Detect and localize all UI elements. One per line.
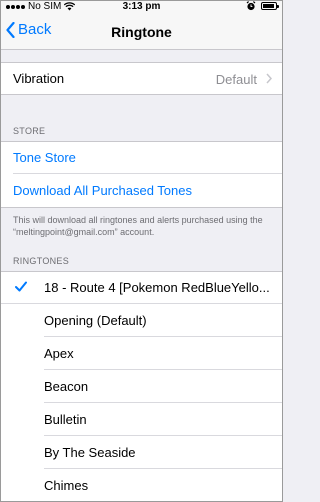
ringtones-header: RINGTONES [13,256,70,266]
ringtone-label: Chimes [44,478,89,493]
vibration-group: Vibration Default [0,62,283,95]
store-header: STORE [13,126,46,136]
download-all-row[interactable]: Download All Purchased Tones [0,174,283,207]
ringtone-label: 18 - Route 4 [Pokemon RedBlueYello... [44,280,270,295]
page-title: Ringtone [111,24,172,40]
store-footer-note: This will download all ringtones and ale… [13,215,263,237]
navigation-bar: Back Ringtone [0,14,283,50]
tone-store-row[interactable]: Tone Store [0,141,283,174]
vibration-row[interactable]: Vibration Default [0,62,283,95]
ringtone-row[interactable]: Opening (Default) [0,304,283,337]
alarm-clock-icon [246,1,256,11]
ringtone-label: Opening (Default) [44,313,147,328]
ringtone-row[interactable]: Bulletin [0,403,283,436]
ringtone-row[interactable]: By The Seaside [0,436,283,469]
ringtone-label: Beacon [44,379,89,394]
battery-icon [261,2,279,10]
ringtone-row[interactable]: Chimes [0,469,283,502]
status-time: 3:13 pm [122,1,161,12]
download-all-link[interactable]: Download All Purchased Tones [13,183,192,198]
store-group: Tone Store Download All Purchased Tones [0,141,283,208]
vibration-value: Default [215,72,257,87]
ringtones-list: 18 - Route 4 [Pokemon RedBlueYello... Op… [0,271,283,502]
ringtone-row[interactable]: Apex [0,337,283,370]
status-right [246,1,279,11]
ringtone-label: By The Seaside [44,445,136,460]
checkmark-icon [15,281,27,292]
ringtone-label: Apex [44,346,74,361]
ringtone-row-selected[interactable]: 18 - Route 4 [Pokemon RedBlueYello... [0,271,283,304]
ringtone-label: Bulletin [44,412,87,427]
tone-store-link[interactable]: Tone Store [13,150,76,165]
vibration-label: Vibration [13,71,65,86]
status-bar: No SIM 3:13 pm [0,0,283,14]
chevron-right-icon [266,73,272,84]
ringtone-row[interactable]: Beacon [0,370,283,403]
